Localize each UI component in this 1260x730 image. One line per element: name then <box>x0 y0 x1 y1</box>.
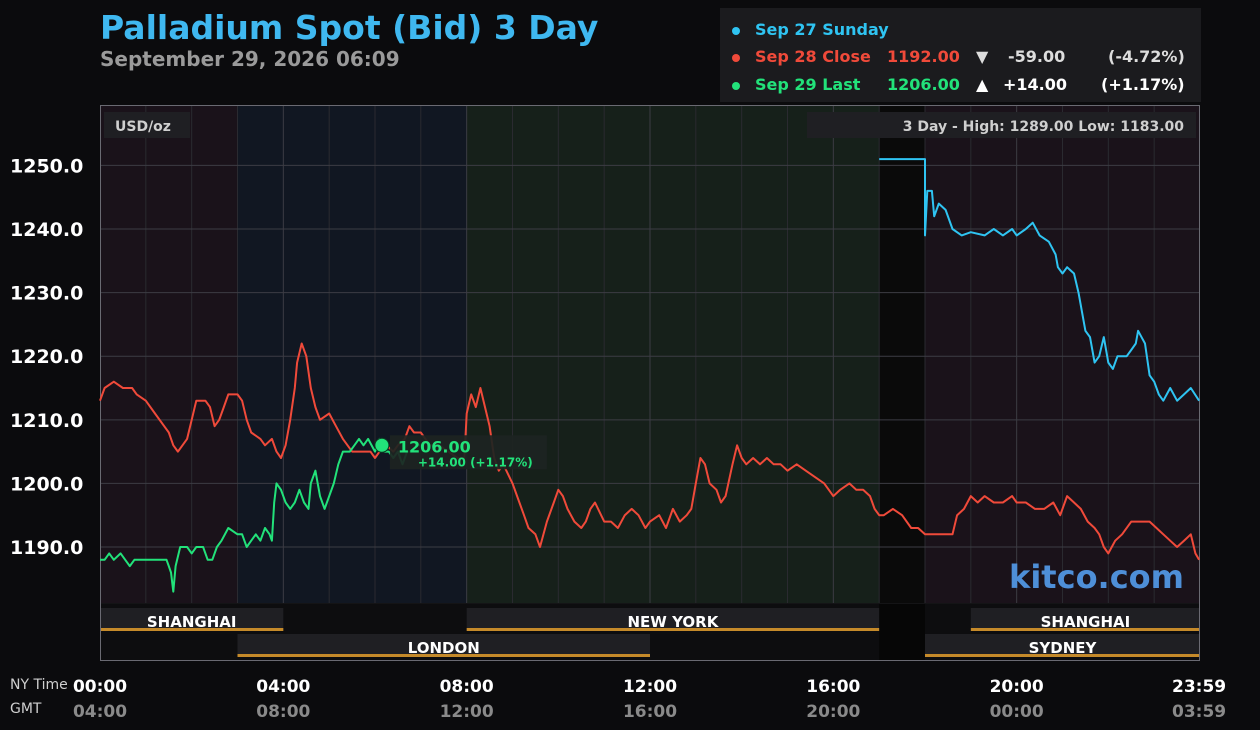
y-tick-label: 1210.0 <box>10 410 83 432</box>
session-label: SHANGHAI <box>1041 613 1131 631</box>
watermark-logo: kitco.com <box>1009 558 1184 596</box>
session-label: SYDNEY <box>1029 639 1098 657</box>
price-chart: 1190.0 1200.0 1210.0 1220.0 1230.0 1240.0 1250… <box>10 105 1226 722</box>
last-value-price: 1206.00 <box>398 437 471 456</box>
session-strip-gap <box>879 604 925 660</box>
x-tick-ny: 12:00 <box>623 677 677 697</box>
x-tick-gmt: 08:00 <box>256 702 310 722</box>
y-tick-label: 1240.0 <box>10 219 83 241</box>
y-tick-label: 1200.0 <box>10 473 83 495</box>
x-tick-ny: 08:00 <box>440 677 494 697</box>
y-tick-label: 1190.0 <box>10 537 83 559</box>
x-tick-ny: 16:00 <box>806 677 860 697</box>
x-tick-gmt: 20:00 <box>806 702 860 722</box>
unit-label: USD/oz <box>115 119 171 135</box>
session-label: SHANGHAI <box>147 613 237 631</box>
x-tick-ny: 23:59 <box>1172 677 1226 697</box>
y-tick-label: 1250.0 <box>10 155 83 177</box>
x-tick-gmt: 00:00 <box>990 702 1044 722</box>
x-tick-gmt: 04:00 <box>73 702 127 722</box>
y-tick-label: 1220.0 <box>10 346 83 368</box>
y-tick-label: 1230.0 <box>10 283 83 305</box>
session-label: LONDON <box>408 639 480 657</box>
last-value-change: +14.00 (+1.17%) <box>418 455 533 469</box>
x-tick-gmt: 16:00 <box>623 702 677 722</box>
x-tick-gmt: 03:59 <box>1172 702 1226 722</box>
last-value-marker <box>374 437 390 453</box>
gmt-time-label: GMT <box>10 701 42 717</box>
session-label: NEW YORK <box>628 613 720 631</box>
x-tick-ny: 04:00 <box>256 677 310 697</box>
x-tick-ny: 20:00 <box>990 677 1044 697</box>
ny-time-label: NY Time <box>10 677 68 693</box>
session-band <box>100 105 238 603</box>
x-tick-gmt: 12:00 <box>440 702 494 722</box>
high-low-label: 3 Day - High: 1289.00 Low: 1183.00 <box>903 119 1185 135</box>
x-tick-ny: 00:00 <box>73 677 127 697</box>
